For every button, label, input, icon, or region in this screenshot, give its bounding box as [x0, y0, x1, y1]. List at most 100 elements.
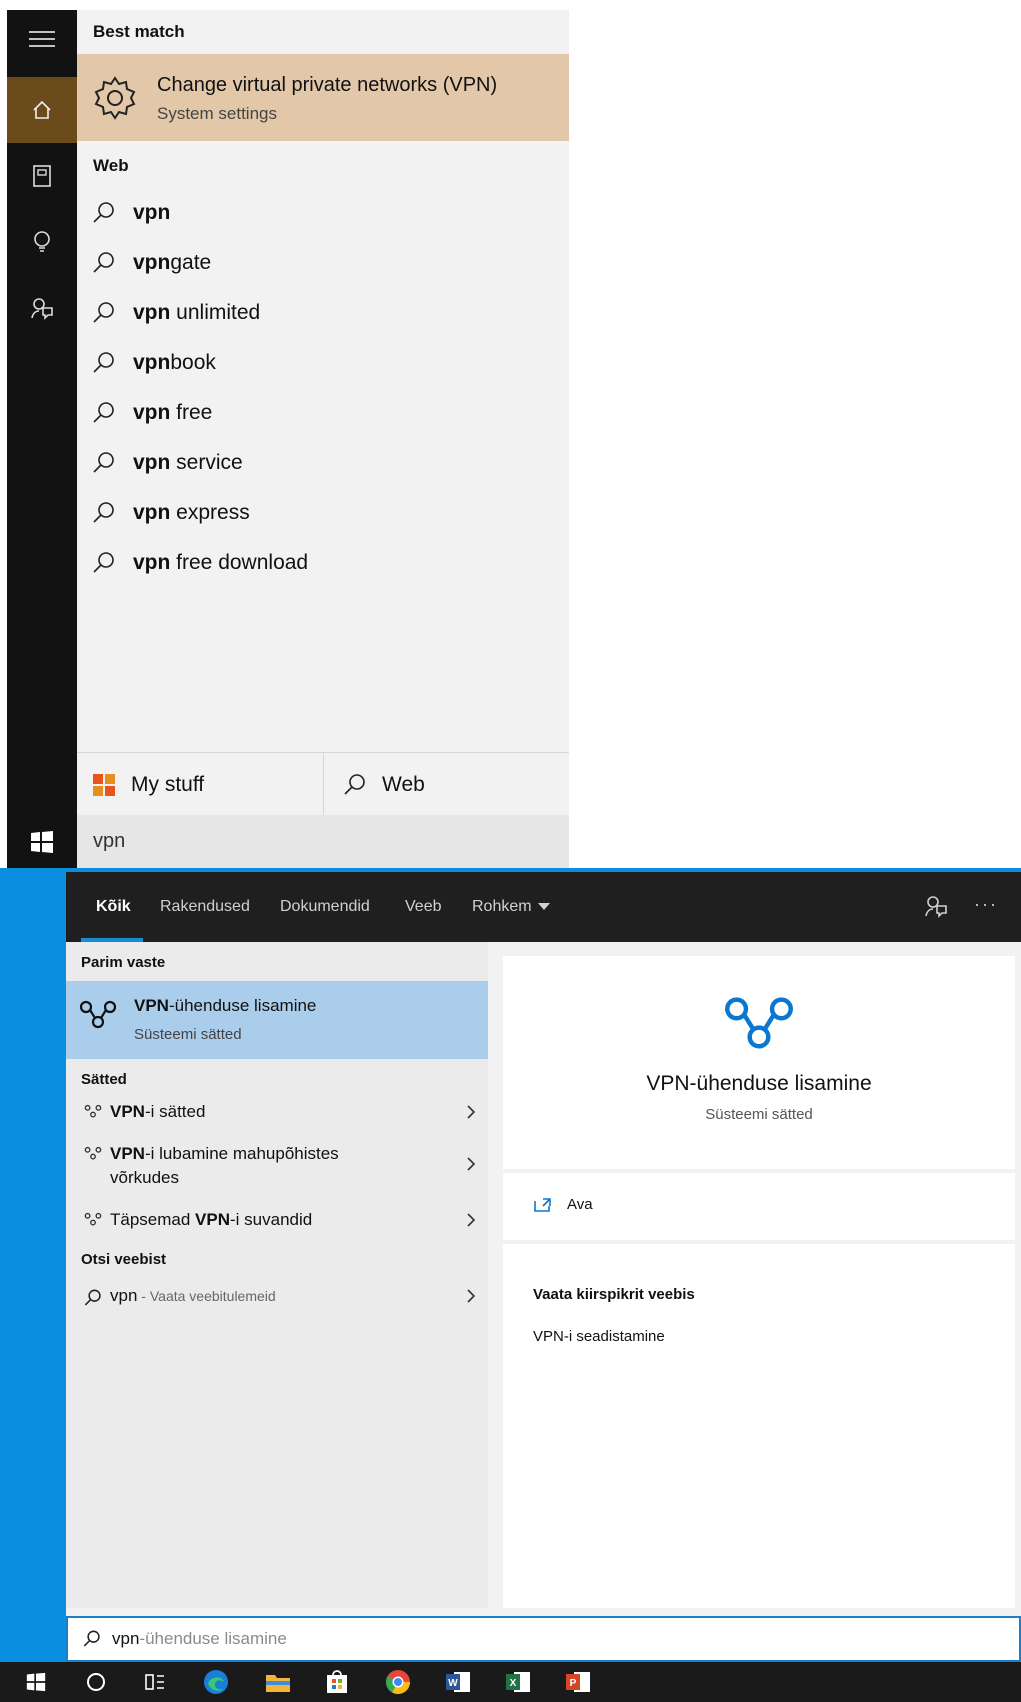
- feedback-icon[interactable]: [7, 275, 77, 341]
- scope-web-button[interactable]: Web: [324, 753, 569, 816]
- web-suggestion[interactable]: vpn: [91, 193, 170, 233]
- best-match-title: Change virtual private networks (VPN): [157, 74, 498, 96]
- task-view-icon[interactable]: [135, 1662, 175, 1702]
- web-suggestion[interactable]: vpn unlimited: [91, 293, 260, 333]
- chevron-right-icon: [454, 1100, 488, 1120]
- suggestion-bold: vpn: [133, 401, 171, 424]
- quick-help-link[interactable]: VPN-i seadistamine: [533, 1328, 665, 1345]
- settings-header: Sätted: [81, 1071, 127, 1088]
- best-match-title-rest: -ühenduse lisamine: [168, 996, 317, 1015]
- cortana-search-screen: Best match Change virtual private networ…: [0, 0, 1021, 868]
- suggestion-bold: vpn: [133, 251, 171, 274]
- windows-logo-icon: [93, 773, 115, 796]
- feedback-icon[interactable]: [924, 894, 948, 918]
- search-icon: [91, 350, 121, 376]
- suggestion-bold: vpn: [133, 301, 171, 324]
- web-suggestion[interactable]: vpn book: [91, 343, 216, 383]
- search-web-header: Otsi veebist: [81, 1251, 167, 1268]
- word-icon[interactable]: W: [438, 1662, 478, 1702]
- lightbulb-icon[interactable]: [7, 209, 77, 275]
- powerpoint-icon[interactable]: P: [558, 1662, 598, 1702]
- home-icon[interactable]: [7, 77, 77, 143]
- best-match-header: Best match: [93, 22, 185, 41]
- svg-text:X: X: [510, 1678, 517, 1689]
- web-query: vpn: [110, 1286, 138, 1305]
- scope-my-stuff-label: My stuff: [131, 772, 205, 796]
- search-autocomplete-text: -ühenduse lisamine: [139, 1629, 287, 1648]
- excel-icon[interactable]: X: [498, 1662, 538, 1702]
- detail-title: VPN-ühenduse lisamine: [646, 1072, 872, 1095]
- web-suggestion[interactable]: vpn express: [91, 493, 250, 533]
- search-icon: [91, 450, 121, 476]
- suggestion-bold: vpn: [133, 351, 171, 374]
- chevron-right-icon: [454, 1142, 488, 1172]
- web-suggestion[interactable]: vpn free: [91, 393, 212, 433]
- best-match-title: VPN-ühenduse lisamine: [134, 996, 316, 1016]
- settings-result-label: Täpsemad VPN-i suvandid: [110, 1208, 454, 1232]
- label-pre: Täpsemad: [110, 1210, 196, 1229]
- search-icon: [76, 1284, 110, 1308]
- chevron-right-icon: [454, 1284, 488, 1304]
- settings-result[interactable]: VPN-i sätted: [66, 1100, 488, 1124]
- scope-my-stuff-button[interactable]: My stuff: [77, 753, 324, 816]
- search-typed-text: vpn: [112, 1629, 140, 1648]
- search-icon: [91, 250, 121, 276]
- web-suggestion[interactable]: vpn service: [91, 443, 243, 483]
- suggestion-bold: vpn: [133, 551, 171, 574]
- scope-bar: My stuff Web: [77, 752, 569, 816]
- svg-text:P: P: [570, 1678, 577, 1689]
- search-icon: [82, 1629, 102, 1649]
- best-match-subtitle: Süsteemi sätted: [134, 1026, 242, 1043]
- settings-result[interactable]: VPN-i lubamine mahupõhistes võrkudes: [66, 1142, 488, 1190]
- suggestion-rest: service: [170, 451, 243, 474]
- store-icon[interactable]: [317, 1662, 357, 1702]
- best-match-header: Parim vaste: [81, 954, 166, 971]
- chrome-icon[interactable]: [378, 1662, 418, 1702]
- more-options-icon[interactable]: ···: [974, 894, 998, 915]
- notebook-icon[interactable]: [7, 143, 77, 209]
- windows-icon[interactable]: [7, 815, 77, 868]
- best-match-result[interactable]: Change virtual private networks (VPN) Sy…: [77, 54, 569, 141]
- search-tabs: Kõik Rakendused Dokumendid Veeb Rohkem ·…: [66, 872, 1021, 942]
- cortana-icon[interactable]: [76, 1662, 116, 1702]
- tab-more[interactable]: Rohkem: [472, 872, 550, 942]
- gear-icon: [91, 74, 139, 122]
- tab-all[interactable]: Kõik: [96, 872, 131, 942]
- best-match-result[interactable]: VPN-ühenduse lisamine Süsteemi sätted: [66, 981, 488, 1059]
- search-input[interactable]: vpn -ühenduse lisamine: [66, 1616, 1021, 1662]
- detail-subtitle: Süsteemi sätted: [705, 1106, 813, 1123]
- vpn-large-icon: [719, 994, 799, 1050]
- label-post: -i suvandid: [230, 1210, 313, 1229]
- best-match-subtitle: System settings: [157, 104, 277, 123]
- hamburger-icon[interactable]: [7, 10, 77, 68]
- suggestion-bold: vpn: [133, 501, 171, 524]
- suggestion-rest: express: [170, 501, 250, 524]
- open-icon: [533, 1197, 553, 1213]
- suggestion-bold: vpn: [133, 201, 171, 224]
- vpn-icon: [78, 999, 118, 1029]
- windows-search-screen: Kõik Rakendused Dokumendid Veeb Rohkem ·…: [0, 868, 1021, 1702]
- quick-help-header: Vaata kiirspikrit veebis: [533, 1286, 695, 1303]
- web-search-label: vpn - Vaata veebitulemeid: [110, 1284, 454, 1308]
- tab-web[interactable]: Veeb: [405, 872, 441, 942]
- web-suggestion[interactable]: vpn free download: [91, 543, 308, 583]
- cortana-search-input[interactable]: vpn: [77, 815, 569, 868]
- web-suggestion[interactable]: vpn gate: [91, 243, 211, 283]
- file-explorer-icon[interactable]: [258, 1662, 298, 1702]
- results-list: Parim vaste VPN-ühenduse lisamine Süstee…: [66, 942, 488, 1608]
- web-search-result[interactable]: vpn - Vaata veebitulemeid: [66, 1284, 488, 1308]
- cortana-results-panel: Best match Change virtual private networ…: [77, 10, 569, 868]
- start-icon[interactable]: [16, 1662, 56, 1702]
- search-icon: [91, 400, 121, 426]
- suggestion-bold: vpn: [133, 451, 171, 474]
- edge-icon[interactable]: [196, 1662, 236, 1702]
- settings-result[interactable]: Täpsemad VPN-i suvandid: [66, 1208, 488, 1232]
- label-post: -i sätted: [144, 1102, 206, 1121]
- open-button[interactable]: Ava: [533, 1196, 593, 1213]
- tab-documents[interactable]: Dokumendid: [280, 872, 370, 942]
- taskbar: W X P: [0, 1662, 1021, 1702]
- vpn-icon: [76, 1142, 110, 1160]
- tab-apps[interactable]: Rakendused: [160, 872, 250, 942]
- divider: [503, 1169, 1015, 1173]
- scope-web-label: Web: [382, 772, 425, 796]
